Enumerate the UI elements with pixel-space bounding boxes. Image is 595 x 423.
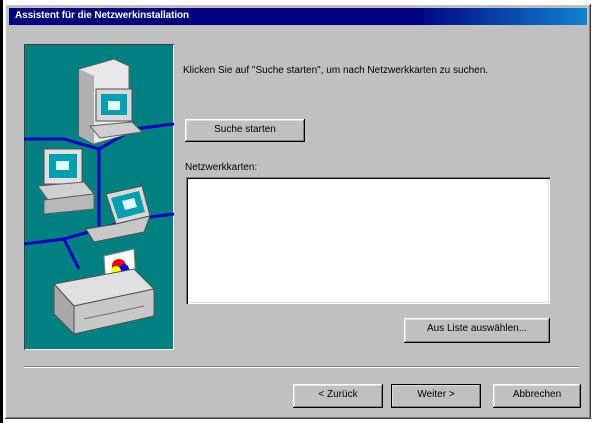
printer-icon [53,248,156,336]
instruction-text: Klicken Sie auf "Suche starten", um nach… [183,65,489,76]
computer-icon [78,58,144,145]
next-label: Weiter > [417,389,455,400]
back-button[interactable]: < Zurück [293,384,383,408]
title-bar[interactable]: Assistent für die Netzwerkinstallation [9,8,587,25]
search-start-button[interactable]: Suche starten [185,119,305,142]
computer-icon [37,148,95,215]
footer-separator [24,366,579,368]
window-title: Assistent für die Netzwerkinstallation [15,10,190,21]
network-cards-list[interactable] [186,177,550,304]
laptop-icon [85,185,151,243]
wizard-illustration [24,44,174,350]
next-button[interactable]: Weiter > [391,384,481,408]
network-cards-label: Netzwerkkarten: [185,162,258,173]
select-from-list-button[interactable]: Aus Liste auswählen... [404,318,550,343]
window-edge [0,0,3,423]
wizard-window: Assistent für die Netzwerkinstallation K… [5,4,591,419]
back-label: < Zurück [318,389,358,400]
cancel-label: Abbrechen [512,389,562,400]
search-start-label: Suche starten [214,124,276,135]
cancel-button[interactable]: Abbrechen [493,384,581,408]
select-from-list-label: Aus Liste auswählen... [426,323,528,334]
